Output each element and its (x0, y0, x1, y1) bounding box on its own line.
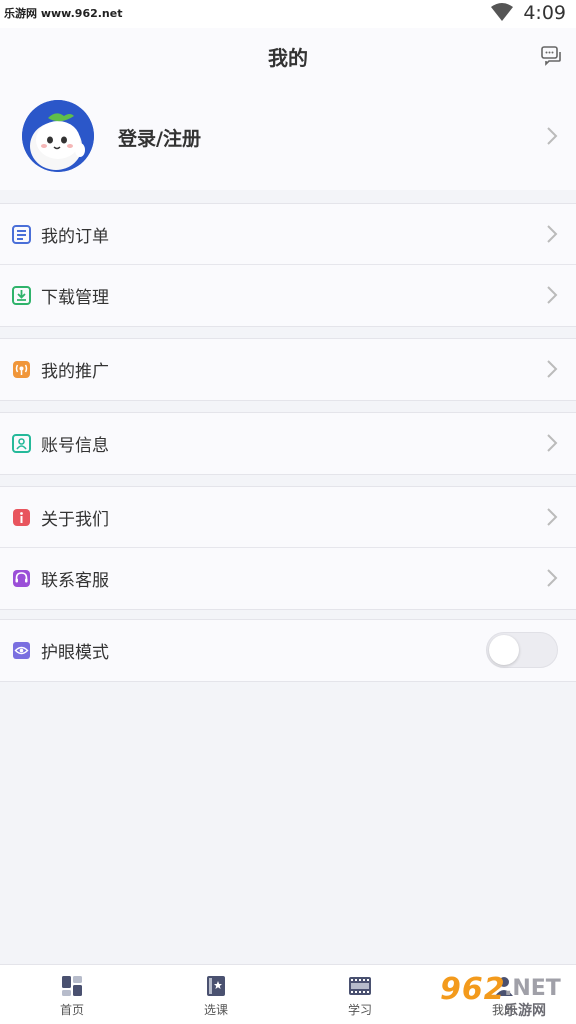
headset-icon (13, 570, 30, 587)
menu-group-account: 账号信息 (0, 412, 576, 475)
menu-group-orders: 我的订单 下载管理 (0, 203, 576, 327)
status-right: 4:09 (491, 2, 566, 24)
tab-study[interactable]: 学习 (288, 965, 432, 1024)
status-bar: 乐游网 www.962.net 4:09 (0, 0, 576, 28)
film-icon (349, 977, 371, 995)
menu-item-label: 护眼模式 (41, 643, 109, 663)
watermark-number: 962 (440, 972, 506, 1007)
menu-item-label: 下载管理 (41, 288, 109, 308)
tab-label: 学习 (347, 1003, 372, 1017)
menu-item-label: 关于我们 (41, 510, 109, 530)
chevron-right-icon (547, 286, 558, 304)
user-card-icon (12, 434, 31, 453)
download-icon (12, 286, 31, 305)
chevron-right-icon (547, 569, 558, 587)
tab-label: 选课 (203, 1003, 228, 1017)
chevron-right-icon (547, 434, 558, 452)
profile-login-row[interactable]: 登录/注册 (0, 84, 576, 190)
menu-group-promotion: 我的推广 (0, 338, 576, 401)
menu-item-label: 我的订单 (41, 227, 109, 247)
menu-item-promotion[interactable]: 我的推广 (0, 339, 576, 400)
menu-item-label: 联系客服 (41, 571, 109, 591)
mascot-avatar-icon (22, 100, 94, 172)
menu-group-about: 关于我们 联系客服 (0, 486, 576, 610)
order-list-icon (12, 225, 31, 244)
tab-home[interactable]: 首页 (0, 965, 144, 1024)
tab-courses[interactable]: 选课 (144, 965, 288, 1024)
menu-item-about-us[interactable]: 关于我们 (0, 487, 576, 548)
menu-item-downloads[interactable]: 下载管理 (0, 265, 576, 326)
tab-label: 首页 (59, 1003, 84, 1017)
header: 我的 (0, 28, 576, 84)
menu-item-eye-care: 护眼模式 (0, 620, 576, 681)
menu-group-eye-care: 护眼模式 (0, 619, 576, 682)
site-watermark: 962 .NET 乐游网 (434, 972, 570, 1020)
menu-item-customer-service[interactable]: 联系客服 (0, 548, 576, 609)
eye-icon (13, 642, 30, 659)
menu-item-label: 账号信息 (41, 436, 109, 456)
watermark-cn: 乐游网 (504, 1003, 546, 1019)
chevron-right-icon (547, 225, 558, 243)
chevron-right-icon (547, 127, 558, 145)
menu-item-label: 我的推广 (41, 362, 109, 382)
status-time: 4:09 (523, 2, 566, 24)
chat-bubbles-icon[interactable] (540, 44, 562, 66)
page-title: 我的 (268, 46, 308, 70)
login-register-label: 登录/注册 (118, 128, 201, 150)
eye-care-toggle[interactable] (486, 632, 558, 668)
home-grid-icon (62, 976, 82, 996)
chevron-right-icon (547, 508, 558, 526)
watermark-net: .NET (504, 976, 561, 1001)
avatar[interactable] (22, 100, 94, 172)
chevron-right-icon (547, 360, 558, 378)
course-card-icon (207, 976, 225, 996)
menu-item-orders[interactable]: 我的订单 (0, 204, 576, 265)
menu-item-account-info[interactable]: 账号信息 (0, 413, 576, 474)
status-carrier-text: 乐游网 www.962.net (4, 7, 123, 20)
info-icon (13, 509, 30, 526)
wifi-icon (491, 3, 514, 21)
broadcast-icon (13, 361, 30, 378)
toggle-knob (489, 635, 519, 665)
